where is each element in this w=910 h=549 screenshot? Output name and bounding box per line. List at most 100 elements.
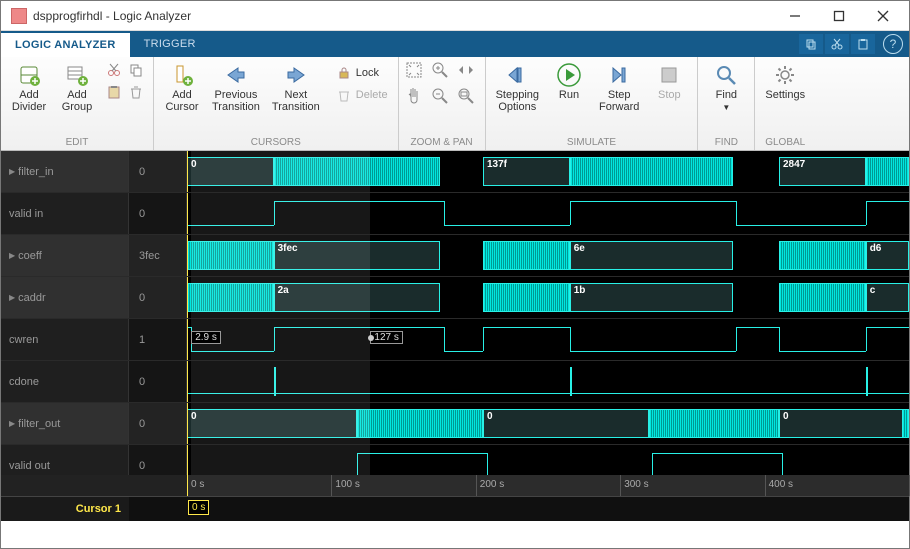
- signal-value: 0: [129, 277, 187, 318]
- settings-button[interactable]: Settings: [761, 61, 809, 103]
- maximize-button[interactable]: [817, 2, 861, 30]
- stop-icon: [657, 63, 681, 87]
- signal-name[interactable]: cwren: [1, 319, 129, 360]
- expand-icon[interactable]: ▶: [9, 167, 15, 176]
- ruler-tick: 0 s: [187, 475, 204, 496]
- delete-cursor-button[interactable]: Delete: [332, 85, 392, 105]
- signal-name[interactable]: ▶caddr: [1, 277, 129, 318]
- signal-name[interactable]: valid out: [1, 445, 129, 475]
- prev-transition-button[interactable]: PreviousTransition: [208, 61, 264, 115]
- add-divider-label: AddDivider: [12, 89, 46, 113]
- paste-icon[interactable]: [105, 83, 123, 101]
- play-icon: [557, 63, 581, 87]
- quick-paste-icon[interactable]: [851, 34, 875, 54]
- group-global: Settings GLOBAL: [755, 57, 815, 150]
- app-icon: [11, 8, 27, 24]
- stop-button[interactable]: Stop: [647, 61, 691, 103]
- next-transition-button[interactable]: NextTransition: [268, 61, 324, 115]
- tab-trigger[interactable]: TRIGGER: [130, 31, 210, 57]
- signal-name[interactable]: ▶coeff: [1, 235, 129, 276]
- pan-icon[interactable]: [405, 87, 423, 105]
- window-title: dspprogfirhdl - Logic Analyzer: [33, 9, 773, 23]
- signal-row-valid-in[interactable]: valid in0: [1, 193, 909, 235]
- signal-name[interactable]: ▶filter_in: [1, 151, 129, 192]
- signal-value: 0: [129, 361, 187, 402]
- delete-icon[interactable]: [127, 83, 145, 101]
- ruler-tick: 300 s: [620, 475, 648, 496]
- cursor-name[interactable]: Cursor 1: [1, 497, 129, 521]
- stepping-options-button[interactable]: SteppingOptions: [492, 61, 543, 115]
- add-cursor-button[interactable]: AddCursor: [160, 61, 204, 115]
- signal-value: 0: [129, 445, 187, 475]
- prev-transition-label: PreviousTransition: [212, 89, 260, 113]
- find-button[interactable]: Find▼: [704, 61, 748, 116]
- expand-icon[interactable]: ▶: [9, 293, 15, 302]
- expand-icon[interactable]: ▶: [9, 419, 15, 428]
- stepping-options-label: SteppingOptions: [496, 89, 539, 113]
- add-divider-button[interactable]: AddDivider: [7, 61, 51, 115]
- run-label: Run: [559, 89, 579, 101]
- group-cursors: AddCursor PreviousTransition NextTransit…: [154, 57, 399, 150]
- signal-wave[interactable]: 0137f2847: [187, 151, 909, 192]
- marker-left[interactable]: 2.9 s: [191, 331, 221, 344]
- next-arrow-icon: [284, 63, 308, 87]
- signal-name[interactable]: ▶filter_out: [1, 403, 129, 444]
- zoom-region-icon[interactable]: [457, 87, 475, 105]
- signal-row-filter_out[interactable]: ▶filter_out0000: [1, 403, 909, 445]
- cursor-time-tag[interactable]: 0 s: [188, 500, 209, 515]
- signal-name[interactable]: cdone: [1, 361, 129, 402]
- run-button[interactable]: Run: [547, 61, 591, 103]
- signal-wave[interactable]: [187, 193, 909, 234]
- ruler-tick: 400 s: [765, 475, 793, 496]
- find-label: Find▼: [716, 89, 737, 114]
- signal-wave[interactable]: 3fec6ed6: [187, 235, 909, 276]
- signal-row-cdone[interactable]: cdone0: [1, 361, 909, 403]
- copy-icon[interactable]: [127, 61, 145, 79]
- add-group-button[interactable]: AddGroup: [55, 61, 99, 115]
- expand-icon[interactable]: ▶: [9, 251, 15, 260]
- step-forward-button[interactable]: StepForward: [595, 61, 643, 115]
- signal-wave[interactable]: 2a1bc: [187, 277, 909, 318]
- divider-icon: [17, 63, 41, 87]
- time-ruler: 0 s100 s200 s300 s400 s500 s: [1, 475, 909, 497]
- add-group-label: AddGroup: [62, 89, 93, 113]
- stop-label: Stop: [658, 89, 681, 101]
- quick-copy-icon[interactable]: [799, 34, 823, 54]
- close-button[interactable]: [861, 2, 905, 30]
- signal-row-coeff[interactable]: ▶coeff3fec3fec6ed6: [1, 235, 909, 277]
- magnifier-icon: [714, 63, 738, 87]
- minimize-button[interactable]: [773, 2, 817, 30]
- trash-icon: [336, 87, 352, 103]
- group-simulate: SteppingOptions Run StepForward Stop SIM…: [486, 57, 699, 150]
- zoom-in-icon[interactable]: [431, 61, 449, 79]
- zoom-x-icon[interactable]: [457, 61, 475, 79]
- marker-right[interactable]: 127 s: [370, 331, 402, 344]
- signal-wave[interactable]: 000: [187, 403, 909, 444]
- signal-name[interactable]: valid in: [1, 193, 129, 234]
- chevron-down-icon: ▼: [722, 103, 730, 112]
- signal-row-valid-out[interactable]: valid out0: [1, 445, 909, 475]
- signal-value: 3fec: [129, 235, 187, 276]
- group-simulate-label: SIMULATE: [486, 137, 698, 150]
- add-cursor-label: AddCursor: [165, 89, 198, 113]
- signal-wave[interactable]: 2.9 s 127 s: [187, 319, 909, 360]
- signal-row-cwren[interactable]: cwren12.9 s127 s: [1, 319, 909, 361]
- lock-button[interactable]: Lock: [332, 63, 392, 83]
- prev-arrow-icon: [224, 63, 248, 87]
- signal-row-filter_in[interactable]: ▶filter_in00137f2847: [1, 151, 909, 193]
- group-icon: [65, 63, 89, 87]
- stepping-icon: [505, 63, 529, 87]
- signal-wave[interactable]: [187, 361, 909, 402]
- fit-icon[interactable]: [405, 61, 423, 79]
- signal-wave[interactable]: [187, 445, 909, 475]
- tab-logic-analyzer[interactable]: LOGIC ANALYZER: [1, 31, 130, 57]
- group-edit-label: EDIT: [1, 137, 153, 150]
- cut-icon[interactable]: [105, 61, 123, 79]
- group-edit: AddDivider AddGroup EDIT: [1, 57, 154, 150]
- quick-cut-icon[interactable]: [825, 34, 849, 54]
- waveform-area: ▶filter_in00137f2847valid in0▶coeff3fec3…: [1, 151, 909, 521]
- zoom-out-icon[interactable]: [431, 87, 449, 105]
- ribbon: AddDivider AddGroup EDIT AddCursor: [1, 57, 909, 151]
- signal-row-caddr[interactable]: ▶caddr02a1bc: [1, 277, 909, 319]
- help-button[interactable]: ?: [883, 34, 903, 54]
